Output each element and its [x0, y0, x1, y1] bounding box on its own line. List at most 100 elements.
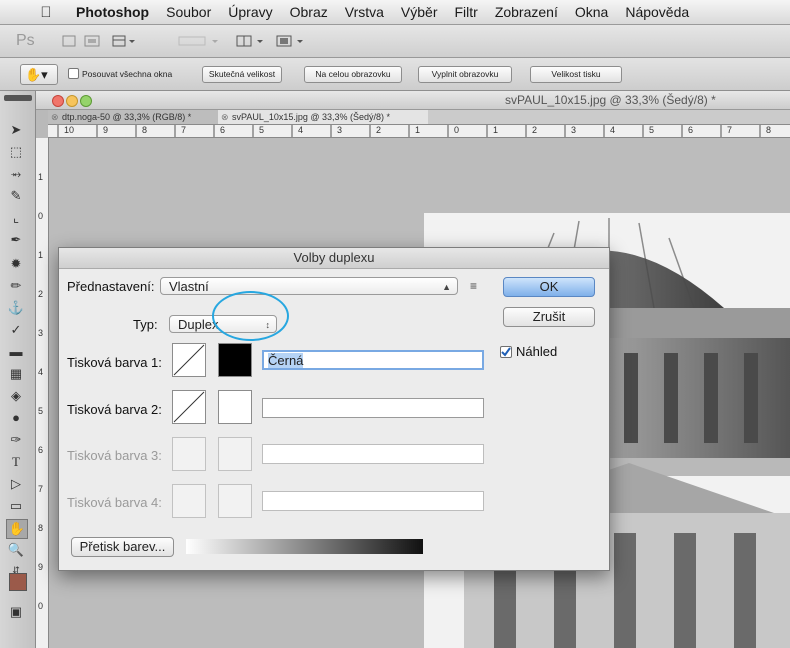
arrange-documents-icon[interactable] [236, 32, 266, 50]
type-label: Typ: [133, 317, 158, 332]
cancel-button[interactable]: Zrušit [503, 307, 595, 327]
preset-select-value: Vlastní [169, 279, 209, 294]
ruler-mark: 9 [38, 562, 44, 572]
close-window-icon[interactable] [52, 95, 64, 107]
ink4-color-swatch [218, 484, 252, 518]
brush-tool-icon[interactable]: ✏ [6, 277, 26, 295]
tab-label: dtp.noga-50 @ 33,3% (RGB/8) * [62, 112, 192, 122]
close-tab-icon[interactable]: ⊗ [51, 110, 59, 124]
scroll-all-label: Posouvat všechna okna [82, 69, 173, 79]
ink2-name-field[interactable] [262, 398, 484, 418]
tab-dtp-noga[interactable]: ⊗ dtp.noga-50 @ 33,3% (RGB/8) * [48, 110, 228, 124]
ink4-name-field [262, 491, 484, 511]
screen-mode-icon[interactable] [276, 32, 306, 50]
fit-screen-button[interactable]: Na celou obrazovku [304, 66, 402, 83]
ruler-mark: 3 [38, 328, 44, 338]
apple-menu-icon[interactable]:  [36, 4, 56, 21]
highlight-annotation-oval [212, 291, 289, 341]
ink2-color-swatch[interactable] [218, 390, 252, 424]
ink1-name-value: Černá [268, 353, 304, 368]
tab-svpaul[interactable]: ⊗ svPAUL_10x15.jpg @ 33,3% (Šedý/8) * [218, 110, 428, 124]
foreground-color-swatch[interactable] [9, 573, 27, 591]
eraser-tool-icon[interactable]: ▬ [6, 343, 26, 361]
ink1-curve-swatch[interactable] [172, 343, 206, 377]
move-tool-icon[interactable]: ➤ [6, 121, 26, 139]
ink2-curve-swatch[interactable] [172, 390, 206, 424]
menu-filtr[interactable]: Filtr [454, 4, 477, 20]
hand-tool-icon[interactable]: ✋ [6, 519, 28, 539]
ruler-mark: 0 [38, 601, 44, 611]
options-bar: ✋▾ Posouvat všechna okna Skutečná veliko… [0, 58, 790, 91]
overprint-colors-button[interactable]: Přetisk barev... [71, 537, 174, 557]
marquee-tool-icon[interactable]: ⬚ [6, 143, 26, 161]
menu-soubor[interactable]: Soubor [166, 4, 211, 20]
preset-options-icon[interactable]: ≡ [470, 279, 477, 293]
quick-selection-tool-icon[interactable]: ✎ [6, 187, 26, 205]
menu-app-photoshop[interactable]: Photoshop [76, 4, 149, 20]
document-tabs: ⊗ dtp.noga-50 @ 33,3% (RGB/8) * ⊗ svPAUL… [48, 110, 790, 125]
menu-zobrazeni[interactable]: Zobrazení [495, 4, 558, 20]
print-size-button[interactable]: Velikost tisku [530, 66, 622, 83]
ink3-color-swatch [218, 437, 252, 471]
ink3-curve-swatch [172, 437, 206, 471]
duotone-options-dialog: Volby duplexu Přednastavení: Vlastní ▲ ≡… [58, 247, 610, 571]
ruler-mark: 0 [38, 211, 44, 221]
ink1-label: Tisková barva 1: [67, 355, 162, 370]
ps-logo: Ps [16, 32, 35, 49]
dodge-tool-icon[interactable]: ● [6, 409, 26, 427]
crop-tool-icon[interactable]: ⌞ [6, 209, 26, 227]
checkmark-icon [501, 347, 511, 357]
document-title-bar: svPAUL_10x15.jpg @ 33,3% (Šedý/8) * [36, 91, 790, 110]
ink3-label: Tisková barva 3: [67, 448, 162, 463]
ink1-color-swatch[interactable] [218, 343, 252, 377]
document-window-title: svPAUL_10x15.jpg @ 33,3% (Šedý/8) * [505, 93, 716, 107]
mac-menubar:  Photoshop Soubor Úpravy Obraz Vrstva V… [0, 0, 790, 25]
ink4-curve-swatch [172, 484, 206, 518]
preview-checkbox[interactable] [500, 346, 512, 358]
horizontal-ruler: 10 9 8 7 6 5 4 3 2 1 0 1 2 3 4 5 6 7 8 [48, 125, 790, 138]
overprint-gradient-bar [186, 539, 423, 554]
zoom-level-dropdown[interactable] [178, 32, 224, 50]
select-arrows-icon: ▲ [442, 282, 451, 292]
shape-tool-icon[interactable]: ▭ [6, 497, 26, 515]
panel-collapse-handle[interactable] [4, 95, 32, 101]
paint-bucket-tool-icon[interactable]: ▦ [6, 365, 26, 383]
mini-bridge-icon[interactable] [84, 32, 100, 50]
ink4-label: Tisková barva 4: [67, 495, 162, 510]
healing-brush-tool-icon[interactable]: ✹ [6, 255, 26, 273]
eyedropper-tool-icon[interactable]: ✒ [6, 231, 26, 249]
history-brush-tool-icon[interactable]: ✓ [6, 321, 26, 339]
tool-preset-picker[interactable]: ✋▾ [20, 64, 58, 85]
menu-obraz[interactable]: Obraz [290, 4, 328, 20]
fill-screen-button[interactable]: Vyplnit obrazovku [418, 66, 512, 83]
quick-mask-icon[interactable]: ▣ [6, 603, 26, 621]
menu-vrstva[interactable]: Vrstva [345, 4, 384, 20]
bridge-icon[interactable] [62, 32, 76, 50]
zoom-tool-icon[interactable]: 🔍 [6, 541, 26, 559]
zoom-window-icon[interactable] [80, 95, 92, 107]
actual-size-button[interactable]: Skutečná velikost [202, 66, 282, 83]
tab-label: svPAUL_10x15.jpg @ 33,3% (Šedý/8) * [232, 112, 391, 122]
preset-select[interactable]: Vlastní ▲ [160, 277, 458, 295]
type-tool-icon[interactable]: T [6, 453, 26, 471]
close-tab-icon[interactable]: ⊗ [221, 110, 229, 124]
ruler-mark: 7 [38, 484, 44, 494]
lasso-tool-icon[interactable]: ⥇ [6, 165, 26, 183]
pen-tool-icon[interactable]: ✑ [6, 431, 26, 449]
menu-vyber[interactable]: Výběr [401, 4, 438, 20]
ruler-mark: 4 [38, 367, 44, 377]
ok-button[interactable]: OK [503, 277, 595, 297]
path-selection-tool-icon[interactable]: ▷ [6, 475, 26, 493]
blur-tool-icon[interactable]: ◈ [6, 387, 26, 405]
view-extras-icon[interactable] [112, 32, 138, 50]
menu-okna[interactable]: Okna [575, 4, 608, 20]
clone-stamp-tool-icon[interactable]: ⚓ [6, 299, 26, 317]
menu-napoveda[interactable]: Nápověda [625, 4, 689, 20]
preset-label: Přednastavení: [67, 279, 155, 294]
ink1-name-field[interactable]: Černá [262, 350, 484, 370]
scroll-all-checkbox[interactable] [68, 68, 79, 79]
menu-upravy[interactable]: Úpravy [228, 4, 272, 20]
ruler-mark: 6 [38, 445, 44, 455]
application-bar: Ps [0, 25, 790, 58]
minimize-window-icon[interactable] [66, 95, 78, 107]
